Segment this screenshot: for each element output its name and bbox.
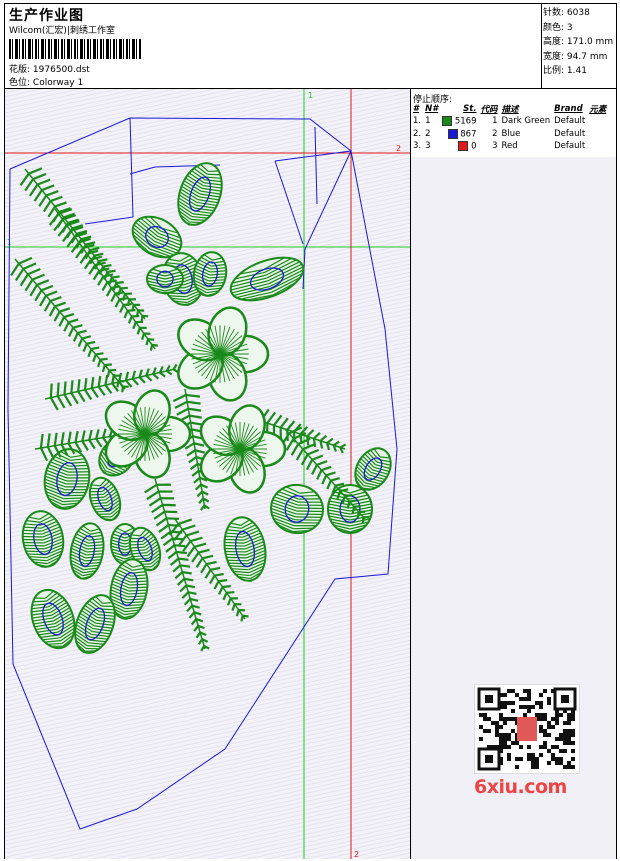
flower-motif	[199, 404, 287, 494]
qr-code	[474, 684, 580, 774]
col-stitches: St.	[463, 103, 477, 114]
green-label-top: 1	[308, 91, 313, 100]
col-hash: #	[413, 103, 419, 114]
pattern-label: 花版:	[9, 65, 31, 75]
table-header-row: # N# St. 代码 描述 Brand 元素	[411, 102, 608, 115]
col-brand: Brand	[554, 103, 583, 114]
header: 生产作业图 Wilcom(汇宏)|刺绣工作室 花版: 1976500.dst 色…	[5, 4, 616, 89]
page-title: 生产作业图	[9, 8, 84, 24]
design-preview: 1 1 2 2	[5, 89, 411, 859]
col-code: 代码	[480, 104, 498, 115]
embroidery-ferns	[10, 167, 370, 652]
stop-sequence-header: 停止顺序: # N# St. 代码 描述 Brand 元素 1. 1 5169 …	[411, 89, 616, 157]
leaf-motif	[229, 256, 305, 302]
red-label-right: 2	[396, 144, 401, 153]
colorway-value: Colorway 1	[32, 78, 84, 88]
stat-scale: 比例: 1.41	[543, 66, 587, 76]
stat-height: 高度: 171.0 mm	[543, 37, 614, 47]
leaf-motif	[21, 510, 65, 568]
embroidery-canvas: 1 1 2 2	[5, 89, 410, 859]
fern-motif	[19, 167, 149, 322]
pattern-value: 1976500.dst	[32, 65, 90, 75]
colorway-info: 色位: Colorway 1	[9, 75, 83, 88]
leaf-motif	[69, 522, 105, 580]
col-element: 元素	[589, 104, 607, 115]
red-label-bottom: 2	[354, 850, 359, 859]
stat-width: 宽度: 94.7 mm	[543, 51, 608, 62]
studio-name: Wilcom(汇宏)|刺绣工作室	[9, 26, 115, 36]
watermark-text: 6xiu.com	[474, 776, 567, 798]
design-stats: 针数: 6038 颜色: 3 高度: 171.0 mm 宽度: 94.7 mm …	[543, 6, 613, 79]
table-row: 3. 3 0 3 Red Default	[413, 141, 586, 152]
leaf-motif	[146, 264, 184, 295]
leaf-motif	[88, 476, 122, 522]
table-row: 2. 2 867 2 Blue Default	[413, 128, 586, 139]
leaf-motif	[223, 516, 267, 583]
jump-line	[314, 126, 318, 205]
leaf-motif	[177, 162, 223, 226]
colorway-label: 色位:	[9, 78, 31, 88]
col-n: N#	[425, 103, 439, 114]
stat-colors: 颜色: 3	[543, 22, 573, 33]
table-row: 1. 1 5169 1 Dark Green Default	[413, 116, 586, 127]
header-info: 生产作业图 Wilcom(汇宏)|刺绣工作室 花版: 1976500.dst 色…	[5, 4, 542, 88]
stat-stitches: 针数: 6038	[543, 8, 590, 18]
col-desc: 描述	[501, 104, 519, 115]
watermark: 6xiu.com	[474, 684, 584, 806]
barcode	[9, 39, 141, 59]
color-swatch	[442, 116, 453, 126]
leaf-motif	[327, 484, 373, 534]
color-swatch	[447, 128, 458, 139]
color-swatch	[458, 141, 469, 151]
stop-sequence-table: # N# St. 代码 描述 Brand 元素 1. 1 5169 1 Dark…	[411, 102, 608, 153]
leaf-motif	[270, 483, 324, 535]
jump-line	[274, 160, 304, 245]
pattern-info: 花版: 1976500.dst	[9, 62, 90, 75]
leaf-motif	[30, 588, 76, 650]
